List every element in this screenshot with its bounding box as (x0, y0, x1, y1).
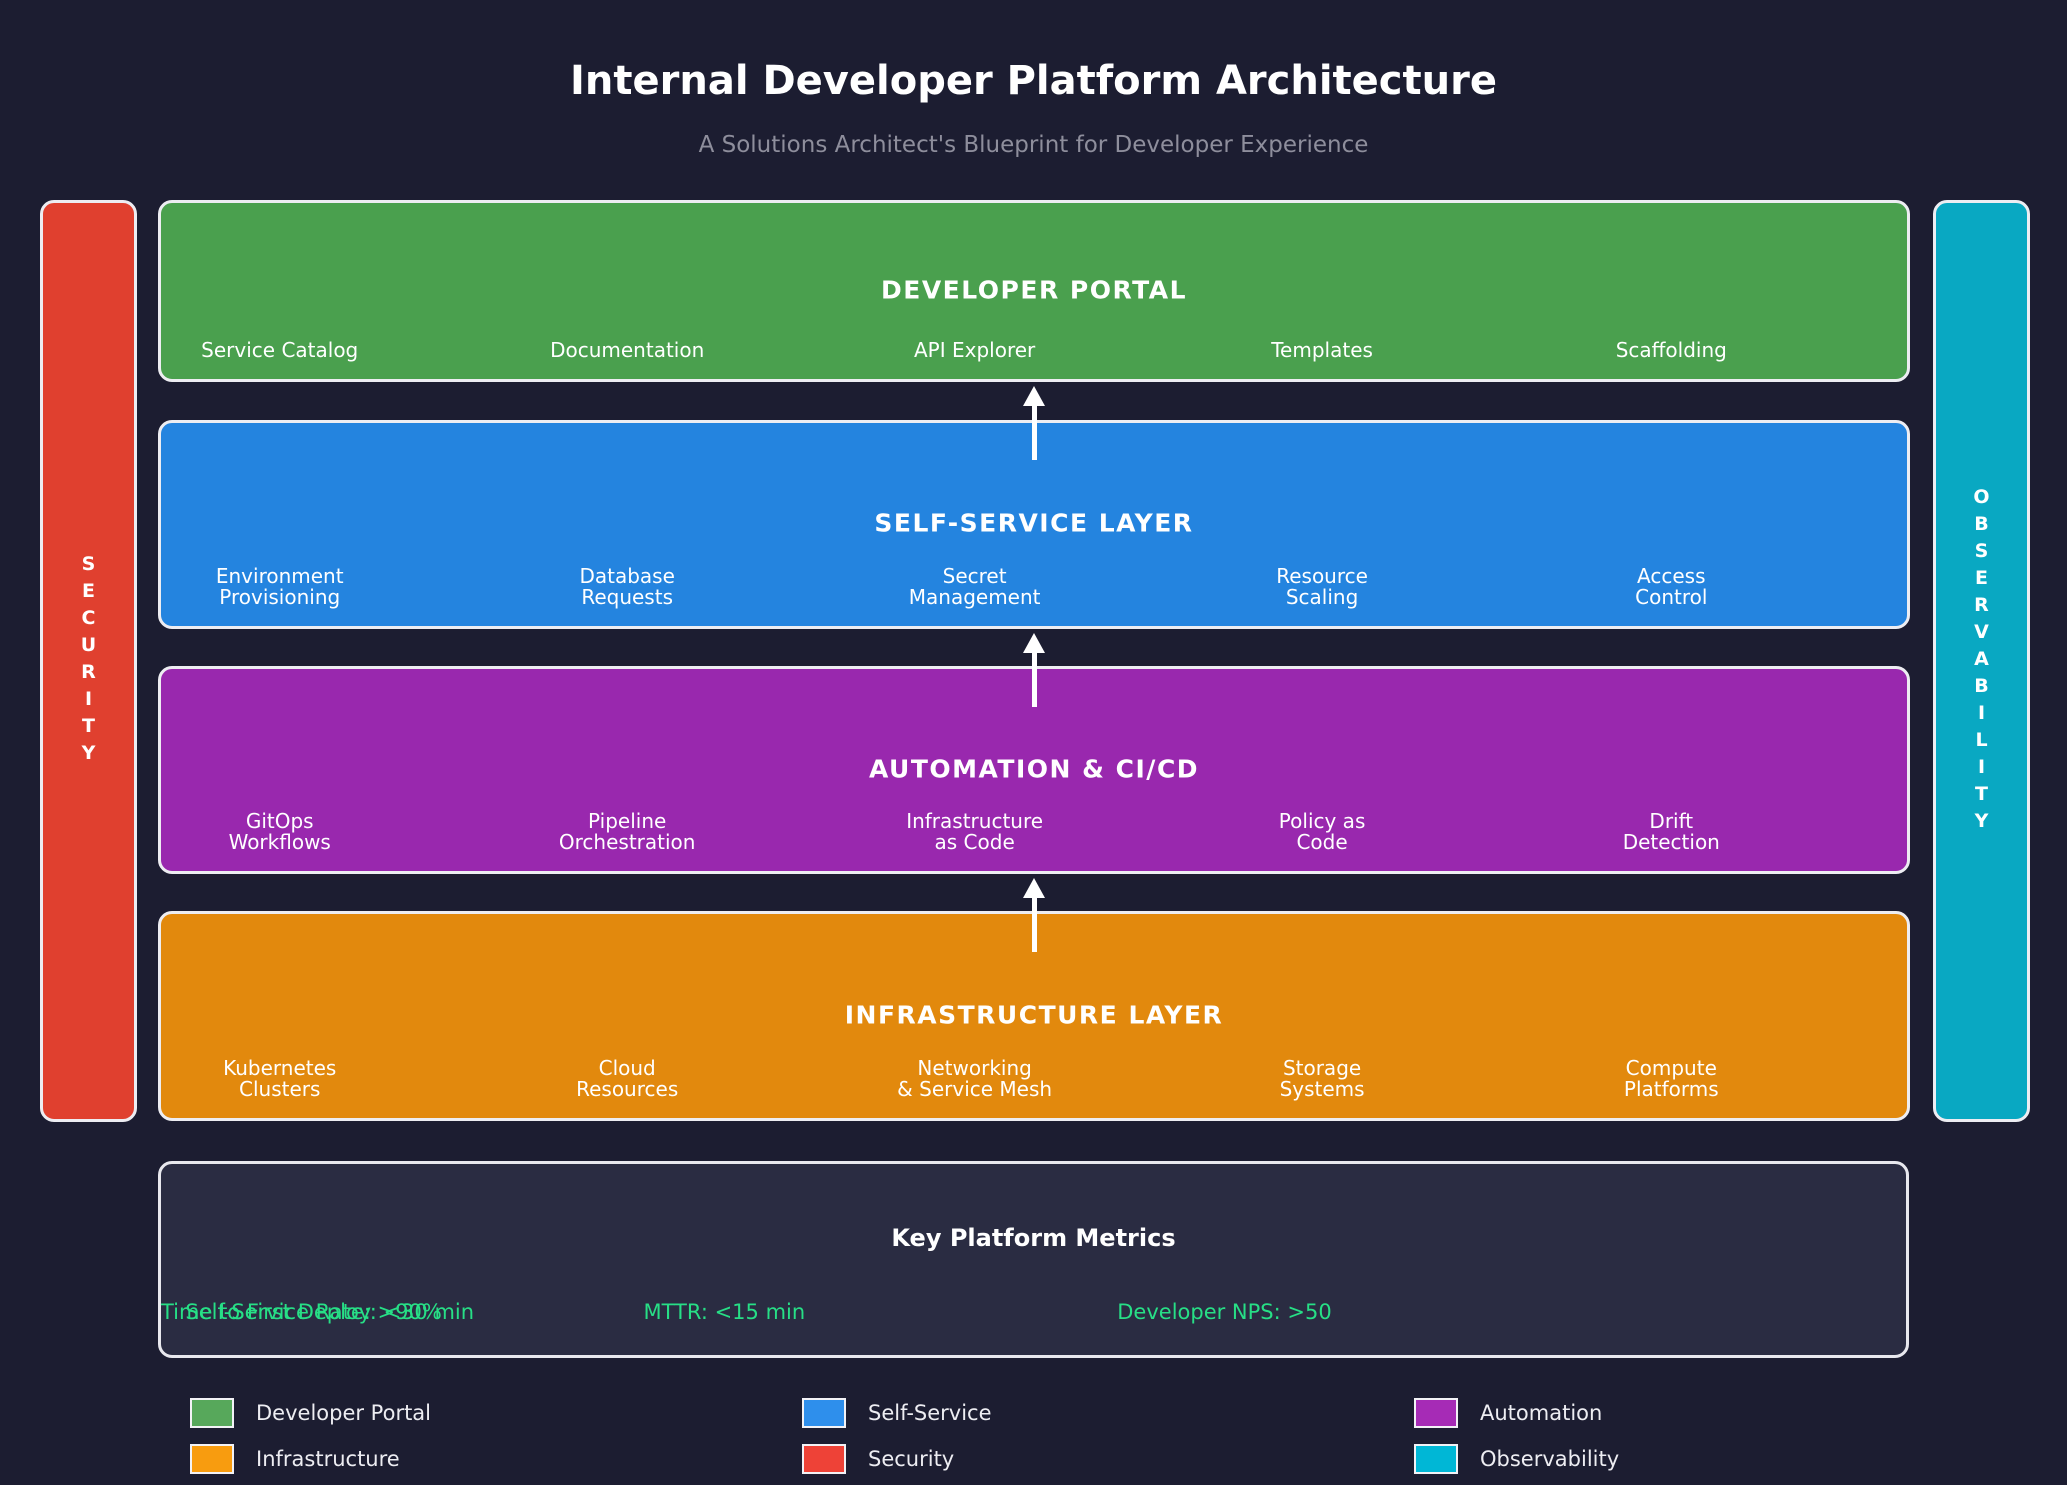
arrow-head (1023, 386, 1045, 406)
observability-bar-label: OBSERVABILITY (1971, 486, 1993, 837)
band-item: Networking & Service Mesh (897, 1058, 1052, 1100)
legend-item: Self-Service (802, 1390, 1414, 1436)
band-item: Access Control (1635, 566, 1707, 608)
metric-mttr: MTTR: <15 min (643, 1300, 805, 1324)
band-item: Policy as Code (1279, 811, 1366, 853)
legend-item: Security (802, 1436, 1414, 1482)
developer-portal-band-title: DEVELOPER PORTAL (161, 276, 1907, 305)
self-service-band-items: Environment Provisioning Database Reques… (161, 564, 1907, 608)
legend-item: Observability (1414, 1436, 2026, 1482)
metric-self-service-rate: Self-Service Rate: >90% (185, 1300, 441, 1324)
band-item: Pipeline Orchestration (559, 811, 696, 853)
band-item: API Explorer (914, 340, 1035, 361)
legend-label: Infrastructure (256, 1447, 400, 1471)
band-item: GitOps Workflows (229, 811, 331, 853)
legend-label: Self-Service (868, 1401, 992, 1425)
observability-bar: OBSERVABILITY (1933, 200, 2030, 1122)
up-arrow-icon (1023, 386, 1045, 460)
automation-cicd-band-items: GitOps Workflows Pipeline Orchestration … (161, 809, 1907, 853)
automation-cicd-band-title: AUTOMATION & CI/CD (161, 754, 1907, 783)
legend-item: Infrastructure (190, 1436, 802, 1482)
legend: Developer Portal Self-Service Automation… (190, 1390, 2030, 1482)
legend-swatch-infrastructure (190, 1444, 234, 1474)
band-item: Database Requests (579, 566, 674, 608)
security-bar-label: SECURITY (78, 553, 100, 769)
legend-item: Developer Portal (190, 1390, 802, 1436)
arrow-head (1023, 878, 1045, 898)
legend-swatch-observability (1414, 1444, 1458, 1474)
band-item: Environment Provisioning (216, 566, 344, 608)
page-subtitle: A Solutions Architect's Blueprint for De… (0, 132, 2067, 158)
band-item: Compute Platforms (1624, 1058, 1719, 1100)
band-item: Documentation (550, 340, 704, 361)
security-bar: SECURITY (40, 200, 137, 1122)
arrow-shaft (1032, 405, 1037, 460)
legend-label: Observability (1480, 1447, 1619, 1471)
legend-swatch-security (802, 1444, 846, 1474)
self-service-band-title: SELF-SERVICE LAYER (161, 509, 1907, 538)
band-item: Cloud Resources (576, 1058, 678, 1100)
legend-swatch-self-service (802, 1398, 846, 1428)
band-item: Secret Management (909, 566, 1041, 608)
band-item: Drift Detection (1623, 811, 1720, 853)
legend-swatch-developer-portal (190, 1398, 234, 1428)
legend-label: Automation (1480, 1401, 1602, 1425)
infrastructure-band-title: INFRASTRUCTURE LAYER (161, 1000, 1907, 1029)
band-item: Scaffolding (1616, 340, 1727, 361)
developer-portal-band: DEVELOPER PORTAL Service Catalog Documen… (158, 200, 1910, 382)
band-item: Templates (1271, 340, 1373, 361)
metric-developer-nps: Developer NPS: >50 (1117, 1300, 1331, 1324)
arrow-shaft (1032, 652, 1037, 707)
up-arrow-icon (1023, 633, 1045, 707)
page-title: Internal Developer Platform Architecture (0, 58, 2067, 104)
band-item: Storage Systems (1280, 1058, 1365, 1100)
arrow-head (1023, 633, 1045, 653)
band-item: Infrastructure as Code (906, 811, 1043, 853)
band-item: Service Catalog (201, 340, 358, 361)
legend-swatch-automation (1414, 1398, 1458, 1428)
infrastructure-band-items: Kubernetes Clusters Cloud Resources Netw… (161, 1056, 1907, 1100)
legend-label: Security (868, 1447, 954, 1471)
developer-portal-band-items: Service Catalog Documentation API Explor… (161, 317, 1907, 361)
band-item: Kubernetes Clusters (223, 1058, 336, 1100)
up-arrow-icon (1023, 878, 1045, 952)
band-item: Resource Scaling (1276, 566, 1368, 608)
metrics-panel: Key Platform Metrics Time to First Deplo… (158, 1161, 1909, 1358)
metrics-panel-title: Key Platform Metrics (161, 1224, 1906, 1252)
arrow-shaft (1032, 897, 1037, 952)
legend-item: Automation (1414, 1390, 2026, 1436)
legend-label: Developer Portal (256, 1401, 431, 1425)
